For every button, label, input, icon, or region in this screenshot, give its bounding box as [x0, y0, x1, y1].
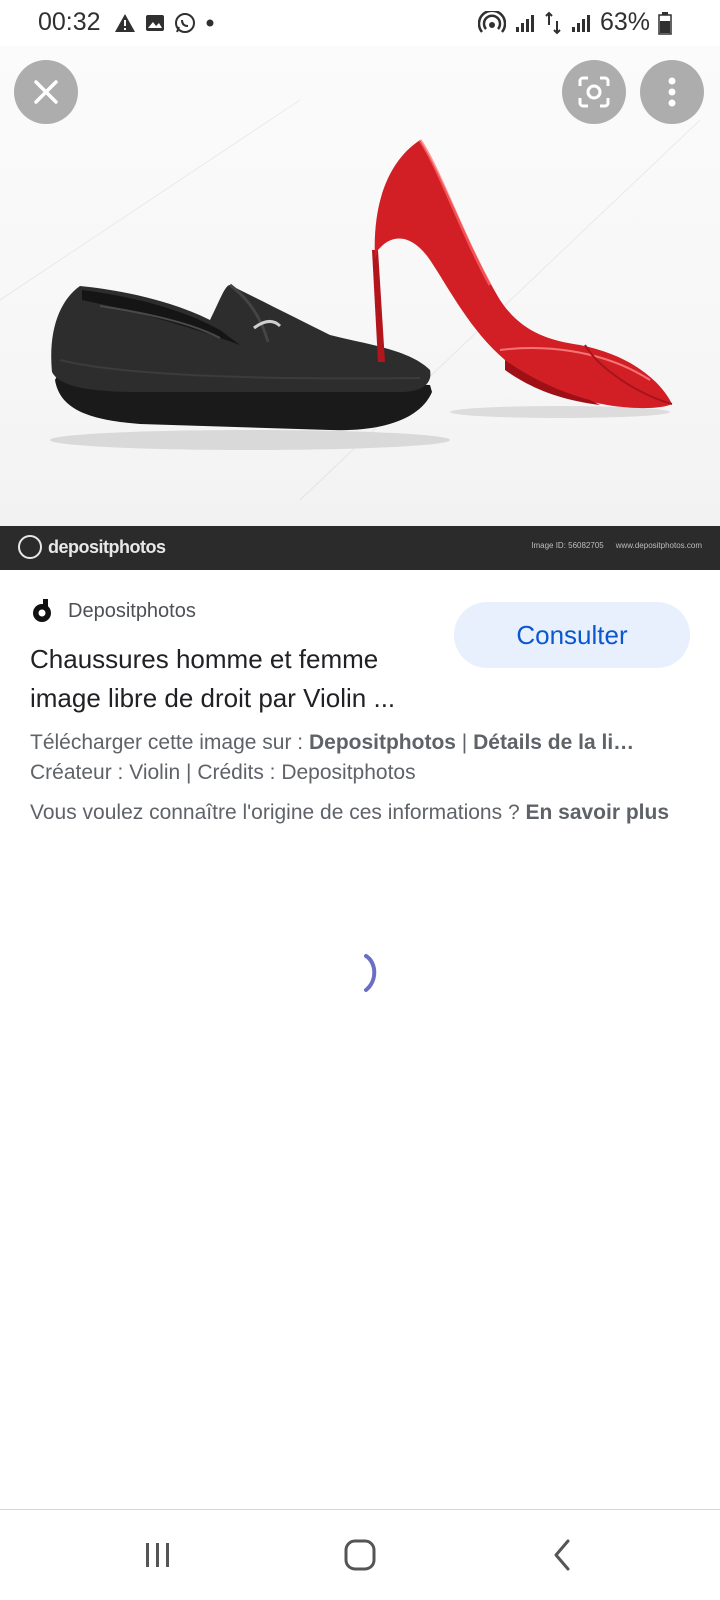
depositphotos-logo-icon — [18, 535, 42, 559]
consult-button[interactable]: Consulter — [454, 602, 690, 668]
dot-icon — [206, 19, 214, 27]
navigation-bar — [0, 1510, 720, 1600]
title-line-2: image libre de droit par Violin ... — [30, 683, 396, 713]
battery-icon — [658, 11, 672, 35]
back-button[interactable] — [532, 1530, 592, 1580]
origin-info: Vous voulez connaître l'origine de ces i… — [30, 798, 700, 828]
learn-more-link[interactable]: En savoir plus — [525, 801, 669, 824]
depositphotos-favicon — [33, 599, 51, 622]
home-button[interactable] — [330, 1530, 390, 1580]
status-time: 00:32 — [38, 8, 101, 36]
recent-apps-icon — [146, 1543, 169, 1567]
image-details: Télécharger cette image sur : Depositpho… — [30, 728, 690, 788]
hotspot-icon — [477, 10, 506, 33]
source-row[interactable]: Depositphotos — [30, 598, 196, 624]
warning-icon — [115, 14, 135, 32]
whatsapp-icon — [175, 13, 195, 33]
source-name: Depositphotos — [68, 599, 196, 622]
lens-search-button[interactable] — [562, 60, 626, 124]
back-icon — [554, 1539, 570, 1571]
download-line: Télécharger cette image sur : Depositpho… — [30, 728, 690, 758]
separator: | — [455, 731, 474, 754]
more-vert-icon — [668, 77, 676, 107]
image-icon — [146, 15, 164, 31]
credits-line: Créateur : Violin | Crédits : Depositpho… — [30, 761, 416, 784]
license-details-link[interactable]: Détails de la li… — [473, 731, 634, 754]
title-line-1: Chaussures homme et femme — [30, 644, 379, 674]
download-prefix: Télécharger cette image sur : — [30, 731, 309, 754]
status-bar: 00:32 63% — [0, 0, 720, 46]
home-icon — [344, 1539, 376, 1571]
lens-icon — [578, 76, 610, 108]
origin-question: Vous voulez connaître l'origine de ces i… — [30, 801, 526, 824]
depositphotos-logo: depositphotos — [18, 535, 166, 559]
watermark-bar: depositphotos Image ID: 56082705 www.dep… — [0, 526, 720, 570]
data-icon — [545, 11, 561, 34]
recent-apps-button[interactable] — [128, 1530, 188, 1580]
close-button[interactable] — [14, 60, 78, 124]
watermark-url: www.depositphotos.com — [615, 541, 702, 550]
close-icon — [34, 80, 58, 104]
watermark-id: Image ID: 56082705 — [531, 541, 604, 550]
more-options-button[interactable] — [640, 60, 704, 124]
signal-icon — [571, 14, 590, 32]
notification-icons — [114, 10, 215, 36]
watermark-meta: Image ID: 56082705 www.depositphotos.com — [531, 541, 702, 550]
download-site-link[interactable]: Depositphotos — [309, 731, 456, 754]
result-title[interactable]: Chaussures homme et femme image libre de… — [30, 640, 440, 718]
system-status: 63% — [477, 8, 672, 37]
battery-percent: 63% — [599, 8, 650, 36]
watermark-logo-text: depositphotos — [48, 536, 166, 557]
loading-spinner — [364, 954, 377, 992]
signal-icon — [515, 14, 534, 32]
